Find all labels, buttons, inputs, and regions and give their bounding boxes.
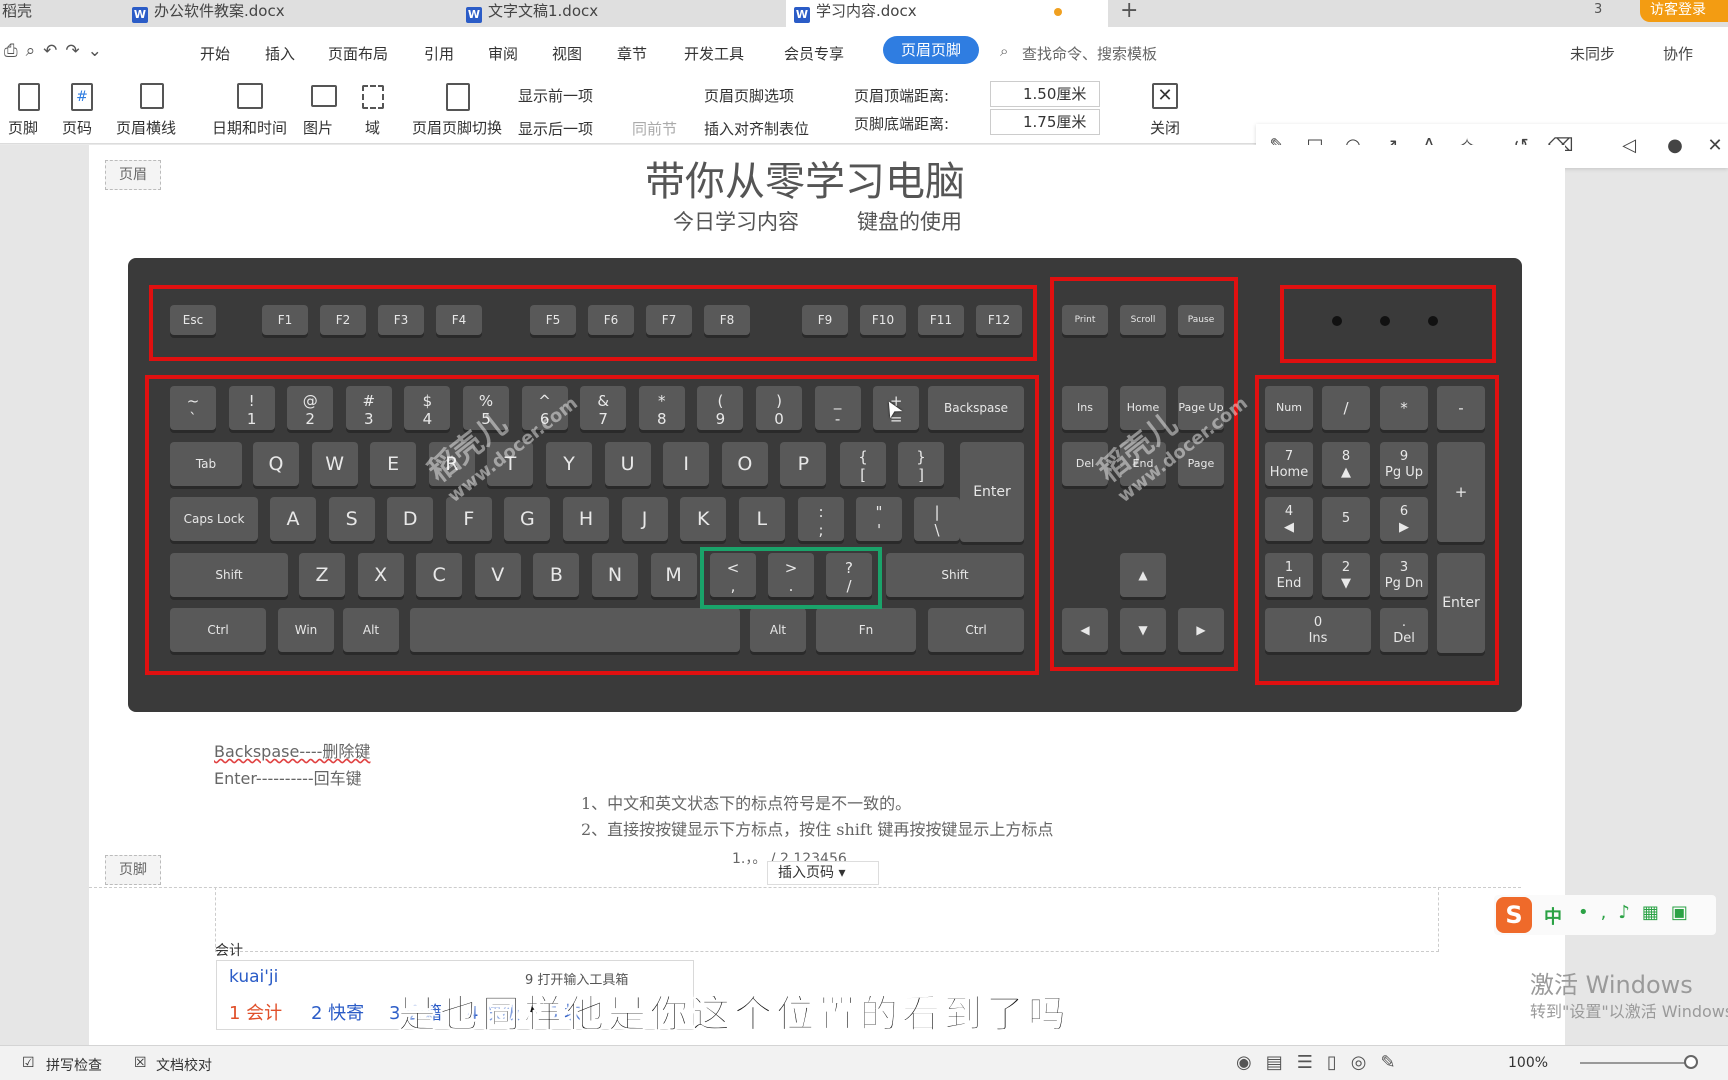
word-icon: W xyxy=(794,7,810,23)
page-number-icon: # xyxy=(71,83,93,111)
menu-developer[interactable]: 开发工具 xyxy=(684,43,744,64)
ime-candidate[interactable]: 2 快寄 xyxy=(311,999,364,1025)
footer-icon xyxy=(18,83,40,111)
tab-label: 学习内容.docx xyxy=(816,2,917,20)
close-hf-button[interactable]: 关闭 xyxy=(1150,117,1180,138)
bottom-distance-field[interactable]: 1.75厘米 xyxy=(990,109,1100,135)
ime-tool-icons[interactable]: •,♪▦▣ xyxy=(1578,902,1700,923)
menu-review[interactable]: 审阅 xyxy=(488,43,518,64)
menu-member[interactable]: 会员专享 xyxy=(784,43,844,64)
doc-proof-button[interactable]: 文档校对 xyxy=(156,1055,212,1075)
bottom-distance-label: 页脚底端距离: xyxy=(854,115,950,133)
header-line-icon xyxy=(140,83,164,109)
footer-area[interactable] xyxy=(215,887,1439,952)
search-icon: ⌕ xyxy=(1000,42,1009,60)
zoom-track xyxy=(1580,1062,1690,1064)
tab-doc3[interactable]: W 学习内容.docx xyxy=(786,0,1108,27)
menu-bar: ⎙⌕↶↷⌄ 开始 插入 页面布局 引用 审阅 视图 章节 开发工具 会员专享 页… xyxy=(0,27,1728,77)
status-bar: ☑ 拼写检查 ☒ 文档校对 ◉▤☰▯◎✎ 100% xyxy=(0,1045,1728,1080)
guest-login-button[interactable]: 访客登录 xyxy=(1640,0,1728,22)
header-line-button[interactable]: 页眉横线 xyxy=(116,117,176,138)
highlight-numpad xyxy=(1255,375,1499,685)
zoom-handle[interactable] xyxy=(1684,1055,1698,1069)
ime-candidate[interactable]: 1 会计 xyxy=(229,999,282,1025)
datetime-button[interactable]: 日期和时间 xyxy=(212,117,287,138)
activate-windows-title: 激活 Windows xyxy=(1530,971,1693,999)
menu-layout[interactable]: 页面布局 xyxy=(328,43,388,64)
top-distance-field[interactable]: 1.50厘米 xyxy=(990,81,1100,107)
calendar-icon xyxy=(237,83,263,109)
picture-icon xyxy=(311,85,337,107)
highlight-function-row xyxy=(149,285,1037,361)
keyboard-image: EscF1F2F3F4F5F6F7F8F9F10F11F12Print Scre… xyxy=(128,258,1522,712)
unsaved-dot-icon xyxy=(1054,8,1062,16)
highlight-main-keys xyxy=(145,375,1039,675)
menu-start[interactable]: 开始 xyxy=(200,43,230,64)
menu-insert[interactable]: 插入 xyxy=(265,43,295,64)
doc-subtitle: 今日学习内容 xyxy=(673,210,799,234)
add-tab-button[interactable]: + xyxy=(1120,0,1150,27)
note-enter: Enter----------回车键 xyxy=(214,769,362,788)
menu-view[interactable]: 视图 xyxy=(552,43,582,64)
highlight-indicator-lights xyxy=(1280,285,1496,363)
switch-icon xyxy=(446,83,470,111)
tab-doc1[interactable]: W 办公软件教案.docx xyxy=(124,0,454,27)
command-search[interactable]: 查找命令、搜索模板 xyxy=(1022,43,1157,64)
show-next-button[interactable]: 显示后一项 xyxy=(518,118,593,139)
page-number-button[interactable]: 页码 xyxy=(62,117,92,138)
menu-references[interactable]: 引用 xyxy=(424,43,454,64)
tab-doc2[interactable]: W 文字文稿1.docx xyxy=(458,0,780,27)
window-count: 3 xyxy=(1594,2,1603,17)
sync-status[interactable]: 未同步 xyxy=(1570,43,1615,64)
spell-check-button[interactable]: 拼写检查 xyxy=(46,1055,102,1075)
checkbox-icon: ☑ xyxy=(22,1055,35,1071)
quick-access-icons[interactable]: ⎙⌕↶↷⌄ xyxy=(4,41,110,61)
ime-input: kuai'ji xyxy=(229,967,279,987)
insert-page-number-button[interactable]: 插入页码 ▾ xyxy=(767,861,879,885)
ime-status-bar: S 中 •,♪▦▣ xyxy=(1494,895,1716,935)
word-icon: W xyxy=(132,7,148,23)
align-tab-button[interactable]: 插入对齐制表位 xyxy=(704,118,809,139)
doc-subtitle-2: 键盘的使用 xyxy=(857,210,962,234)
tab-docer[interactable]: 稻壳 xyxy=(0,0,115,27)
hf-options-button[interactable]: 页眉页脚选项 xyxy=(704,85,794,106)
close-icon: ✕ xyxy=(1152,83,1178,109)
menu-chapter[interactable]: 章节 xyxy=(617,43,647,64)
ime-lang-toggle[interactable]: 中 xyxy=(1544,903,1562,929)
top-distance-label: 页眉顶端距离: xyxy=(854,87,950,105)
microphone-icon[interactable]: ● xyxy=(1664,135,1686,157)
insert-page-label: 插入页码 xyxy=(778,865,834,881)
field-icon xyxy=(362,85,384,109)
note-backspace: Backspase----删除键 xyxy=(214,742,371,761)
zoom-slider[interactable] xyxy=(1580,1053,1710,1073)
activate-windows-hint: 转到"设置"以激活 Windows。 xyxy=(1530,1002,1728,1021)
tab-bar: 稻壳 W 办公软件教案.docx W 文字文稿1.docx W 学习内容.docx +… xyxy=(0,0,1728,27)
tab-label: 稻壳 xyxy=(2,2,33,20)
footer-text: 会计 xyxy=(215,943,243,959)
field-button[interactable]: 域 xyxy=(365,117,380,138)
word-icon: W xyxy=(466,7,482,23)
same-as-prev-button[interactable]: 同前节 xyxy=(632,118,677,139)
doc-title: 带你从零学习电脑 xyxy=(645,159,965,205)
footer-button[interactable]: 页脚 xyxy=(8,117,38,138)
view-mode-icons[interactable]: ◉▤☰▯◎✎ xyxy=(1236,1052,1410,1073)
highlight-nav-cluster xyxy=(1050,277,1238,671)
point-1: 1、中文和英文状态下的标点符号是不一致的。 xyxy=(581,794,912,813)
header-footer-switch[interactable]: 页眉页脚切换 xyxy=(412,117,502,138)
close-toolbar-icon[interactable]: ✕ xyxy=(1704,135,1726,157)
footer-tag: 页脚 xyxy=(105,855,161,885)
tab-label: 办公软件教案.docx xyxy=(154,2,285,20)
speaker-icon[interactable]: ◁ xyxy=(1618,135,1640,157)
point-2: 2、直接按按键显示下方标点，按住 shift 键再按按键显示上方标点 xyxy=(581,820,1054,839)
show-prev-button[interactable]: 显示前一项 xyxy=(518,85,593,106)
menu-header-footer[interactable]: 页眉页脚 xyxy=(883,36,979,64)
sogou-logo-icon: S xyxy=(1496,897,1532,933)
tab-label: 文字文稿1.docx xyxy=(488,2,599,20)
highlight-punctuation-keys xyxy=(700,547,882,609)
picture-button[interactable]: 图片 xyxy=(303,117,333,138)
proof-icon: ☒ xyxy=(134,1055,147,1071)
zoom-level[interactable]: 100% xyxy=(1508,1055,1548,1071)
collab-button[interactable]: 协作 xyxy=(1663,43,1693,64)
video-caption: 是也同样他是你这个位置的看到了吗 xyxy=(397,992,1071,1037)
